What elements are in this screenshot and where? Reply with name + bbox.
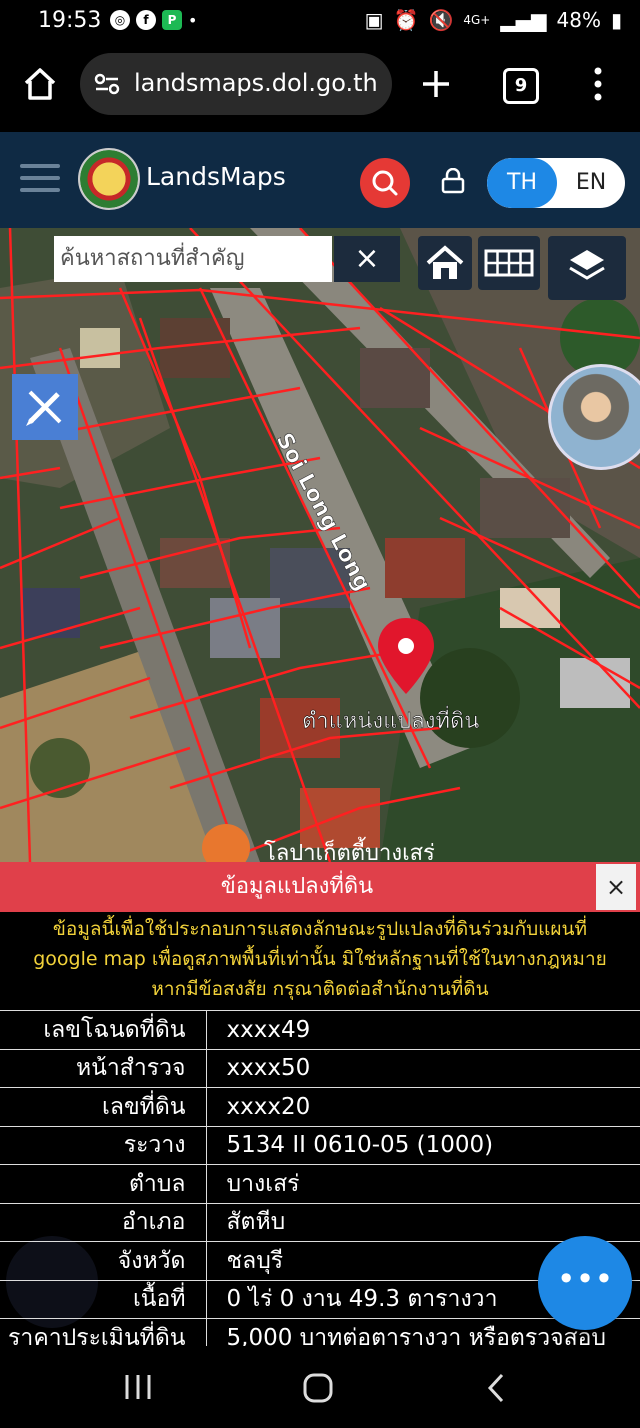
panel-title: ข้อมูลแปลงที่ดิน: [220, 874, 374, 899]
brand-name: LandsMaps: [146, 162, 286, 191]
lang-en-button[interactable]: EN: [557, 158, 625, 208]
search-button[interactable]: [360, 158, 410, 208]
back-icon[interactable]: [484, 1372, 508, 1404]
row-label: หน้าสำรวจ: [0, 1048, 207, 1088]
department-logo: [78, 148, 140, 210]
grid-toggle-button[interactable]: [478, 236, 540, 290]
place-search-input[interactable]: ค้นหาสถานที่สำคัญ: [54, 236, 332, 282]
system-nav-bar: [0, 1346, 640, 1428]
row-value: บางเสร่: [206, 1164, 640, 1204]
recent-apps-icon[interactable]: [122, 1372, 154, 1402]
signal-icon: ▂▄▆: [500, 8, 547, 32]
lang-th-button[interactable]: TH: [487, 158, 557, 208]
row-label: เนื้อที่: [0, 1279, 207, 1319]
table-row: ตำบล บางเสร่: [0, 1164, 640, 1204]
new-tab-icon[interactable]: [420, 68, 452, 100]
table-row: เลขโฉนดที่ดิน xxxx49: [0, 1010, 640, 1050]
battery-icon: ▮: [610, 8, 622, 32]
row-label: เลขที่ดิน: [0, 1087, 207, 1127]
home-view-button[interactable]: [418, 236, 472, 290]
table-row: เลขที่ดิน xxxx20: [0, 1087, 640, 1127]
table-row: หน้าสำรวจ xxxx50: [0, 1048, 640, 1088]
address-bar[interactable]: landsmaps.dol.go.th: [80, 53, 392, 115]
map-view[interactable]: Soi Long Long ตำแหน่งแปลงที่ดิน โลปาเก็ต…: [0, 228, 640, 862]
row-label: ระวาง: [0, 1125, 207, 1165]
battery-saver-icon: ▣: [364, 8, 384, 32]
more-notifications-dot-icon: •: [188, 10, 198, 30]
browser-toolbar: landsmaps.dol.go.th 9: [0, 44, 640, 132]
row-value: xxxx49: [206, 1010, 640, 1050]
disclaimer-line: หากมีข้อสงสัย กรุณาติดต่อสำนักงานที่ดิน: [151, 978, 489, 1000]
poi-label[interactable]: โลปาเก็ตตี้บางเสร่: [264, 837, 435, 862]
site-settings-icon[interactable]: [94, 71, 120, 97]
url-text: landsmaps.dol.go.th: [134, 69, 378, 97]
home-icon[interactable]: [22, 66, 58, 102]
row-label: อำเภอ: [0, 1202, 207, 1242]
house-icon: [426, 245, 464, 279]
row-value: 5134 II 0610-05 (1000): [206, 1125, 640, 1165]
app-notification-icon: ◎: [110, 10, 130, 30]
network-type: 4G+: [463, 13, 491, 27]
disclaimer-line: google map เพื่อดูสภาพพื้นที่เท่านั้น มิ…: [33, 948, 607, 970]
battery-level: 48%: [556, 8, 601, 32]
row-label: ตำบล: [0, 1164, 207, 1204]
row-label: จังหวัด: [0, 1241, 207, 1281]
disclaimer-text: ข้อมูลนี้เพื่อใช้ประกอบการแสดงลักษณะรูปแ…: [0, 912, 640, 1010]
lock-icon[interactable]: [440, 168, 466, 194]
hamburger-menu-icon[interactable]: [20, 164, 60, 200]
layers-button[interactable]: [548, 236, 626, 300]
layers-icon: [569, 250, 605, 280]
draw-tools-button[interactable]: [12, 374, 78, 440]
row-value: xxxx50: [206, 1048, 640, 1088]
pencil-ruler-icon: [26, 390, 62, 426]
marker-label: ตำแหน่งแปลงที่ดิน: [302, 705, 479, 734]
mute-icon: 🔇: [428, 8, 454, 32]
panel-close-button[interactable]: ×: [596, 864, 636, 910]
app-header: LandsMaps TH EN: [0, 132, 640, 228]
status-bar: 19:53 ◎ f P • ▣ ⏰ 🔇 4G+ ▂▄▆ 48% ▮: [0, 0, 640, 44]
system-icons: ▣ ⏰ 🔇 4G+ ▂▄▆ 48% ▮: [365, 8, 622, 32]
search-icon: [372, 170, 398, 196]
grid-icon: [484, 249, 534, 277]
home-nav-icon[interactable]: [302, 1372, 334, 1404]
payment-app-icon: P: [162, 10, 182, 30]
tab-switcher-button[interactable]: 9: [503, 68, 539, 104]
satellite-map-image: Soi Long Long ตำแหน่งแปลงที่ดิน โลปาเก็ต…: [0, 228, 640, 862]
disclaimer-line: ข้อมูลนี้เพื่อใช้ประกอบการแสดงลักษณะรูปแ…: [52, 918, 588, 940]
clear-search-button[interactable]: ×: [334, 236, 400, 282]
more-options-button[interactable]: •••: [538, 1236, 632, 1330]
panel-header: ข้อมูลแปลงที่ดิน ×: [0, 862, 640, 912]
table-row: ระวาง 5134 II 0610-05 (1000): [0, 1125, 640, 1165]
notification-icons: ◎ f P •: [110, 10, 197, 30]
row-label: เลขโฉนดที่ดิน: [0, 1010, 207, 1050]
row-value: xxxx20: [206, 1087, 640, 1127]
overflow-menu-icon[interactable]: [588, 66, 608, 102]
table-row: อำเภอ สัตหีบ: [0, 1202, 640, 1242]
alarm-icon: ⏰: [393, 8, 419, 32]
language-toggle[interactable]: TH EN: [487, 158, 625, 208]
row-value: สัตหีบ: [206, 1202, 640, 1242]
facebook-icon: f: [136, 10, 156, 30]
status-time: 19:53: [38, 8, 102, 33]
